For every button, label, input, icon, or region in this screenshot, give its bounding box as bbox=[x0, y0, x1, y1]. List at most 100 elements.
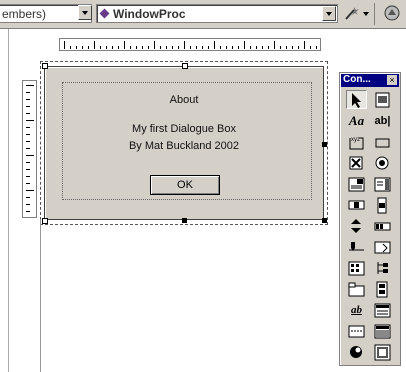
tool-tree-button[interactable] bbox=[372, 258, 393, 277]
method-icon bbox=[99, 8, 110, 19]
ruler-tick bbox=[26, 211, 30, 212]
resize-handle-top-left bbox=[42, 63, 48, 69]
resize-handle-bottom-right[interactable] bbox=[322, 218, 327, 223]
ruler-tick bbox=[70, 46, 71, 49]
progress-icon bbox=[374, 222, 391, 230]
ruler-tick bbox=[136, 46, 137, 49]
ruler-tick bbox=[304, 41, 305, 49]
tool-pointer-button[interactable] bbox=[346, 90, 367, 109]
edit-box-icon: ab| bbox=[374, 114, 391, 127]
tool-combo-box-button[interactable] bbox=[346, 174, 367, 193]
ruler-tick bbox=[26, 120, 34, 121]
ruler-tick bbox=[160, 46, 161, 49]
ruler-tick bbox=[166, 46, 167, 49]
ruler-tick bbox=[178, 46, 179, 49]
ruler-tick bbox=[130, 46, 131, 49]
wizard-actions-button[interactable] bbox=[342, 4, 370, 23]
tool-tab-button[interactable] bbox=[346, 279, 367, 298]
build-button[interactable] bbox=[382, 4, 404, 23]
ruler-tick bbox=[298, 46, 299, 49]
resize-handle-right[interactable] bbox=[322, 142, 327, 147]
ruler-tick bbox=[184, 41, 185, 49]
tool-check-box-button[interactable] bbox=[346, 153, 367, 172]
tool-static-text-button[interactable]: Aa bbox=[346, 111, 367, 130]
tool-rich-edit-button[interactable]: ab bbox=[346, 300, 367, 319]
tool-slider-button[interactable] bbox=[346, 237, 367, 256]
wand-icon bbox=[345, 7, 369, 20]
horizontal-ruler[interactable] bbox=[59, 38, 321, 51]
ruler-tick bbox=[244, 41, 245, 49]
resize-handle-bottom[interactable] bbox=[182, 218, 187, 223]
tool-progress-button[interactable] bbox=[372, 216, 393, 235]
about-label[interactable]: About bbox=[44, 94, 324, 106]
arrow-pointer-icon bbox=[352, 92, 361, 108]
date-time-icon bbox=[374, 303, 391, 317]
tool-date-time-button[interactable] bbox=[372, 300, 393, 319]
combo-box-icon bbox=[348, 177, 365, 191]
palette-tool-grid: Aa ab| xyz ab bbox=[341, 90, 399, 364]
tool-ip-address-button[interactable] bbox=[372, 321, 393, 340]
tool-list-box-button[interactable] bbox=[372, 174, 393, 193]
static-text-icon: Aa bbox=[348, 112, 365, 128]
ruler-tick bbox=[26, 183, 30, 184]
palette-title: Con... bbox=[343, 74, 371, 85]
members-dropdown-button[interactable] bbox=[76, 4, 92, 23]
ruler-tick bbox=[142, 46, 143, 49]
toolbar: embers) WindowProc bbox=[0, 0, 406, 29]
tool-list-control-button[interactable] bbox=[346, 258, 367, 277]
ruler-tick bbox=[26, 99, 30, 100]
ruler-tick bbox=[118, 46, 119, 49]
ruler-tick bbox=[202, 46, 203, 49]
ruler-tick bbox=[268, 46, 269, 49]
tool-button-button[interactable] bbox=[372, 132, 393, 151]
tool-hotkey-button[interactable] bbox=[372, 237, 393, 256]
ruler-tick bbox=[26, 190, 34, 191]
slider-icon bbox=[349, 241, 364, 251]
custom-control-icon bbox=[350, 345, 362, 358]
ruler-tick bbox=[220, 46, 221, 49]
ruler-tick bbox=[26, 127, 30, 128]
tool-v-scroll-button[interactable] bbox=[372, 195, 393, 214]
palette-title-bar[interactable]: Con... × bbox=[341, 74, 399, 87]
tool-extended-combo-button[interactable] bbox=[372, 342, 393, 361]
ruler-tick bbox=[26, 148, 30, 149]
ruler-tick bbox=[26, 197, 30, 198]
ruler-tick bbox=[250, 46, 251, 49]
vertical-ruler[interactable] bbox=[22, 80, 37, 218]
ruler-tick bbox=[208, 46, 209, 49]
description-line-1[interactable]: My first Dialogue Box bbox=[44, 123, 324, 135]
ruler-tick bbox=[196, 46, 197, 49]
tool-animate-button[interactable] bbox=[372, 279, 393, 298]
close-icon[interactable]: × bbox=[387, 75, 397, 85]
line2-wrap: By Mat Buckland 2002 bbox=[44, 140, 324, 154]
tool-edit-box-button[interactable]: ab| bbox=[372, 111, 393, 130]
ruler-tick bbox=[232, 46, 233, 49]
tool-h-scroll-button[interactable] bbox=[346, 195, 367, 214]
animate-icon bbox=[376, 281, 388, 297]
toolbar-separator bbox=[374, 3, 375, 25]
ruler-tick bbox=[26, 176, 30, 177]
procedure-combo-value: WindowProc bbox=[113, 7, 186, 21]
ruler-tick bbox=[292, 46, 293, 49]
svg-text:xyz: xyz bbox=[351, 137, 360, 143]
ruler-tick bbox=[26, 92, 30, 93]
resize-handle-bottom-left bbox=[42, 218, 48, 224]
spin-icon bbox=[351, 218, 361, 233]
ruler-tick bbox=[94, 41, 95, 49]
description-line-2[interactable]: By Mat Buckland 2002 bbox=[44, 140, 324, 152]
build-icon bbox=[384, 5, 400, 21]
tool-picture-button[interactable] bbox=[372, 90, 393, 109]
tool-custom-button[interactable] bbox=[346, 342, 367, 361]
tool-month-cal-button[interactable] bbox=[346, 321, 367, 340]
procedure-combo[interactable]: WindowProc bbox=[96, 4, 338, 23]
ruler-tick bbox=[26, 85, 34, 86]
tool-radio-button-button[interactable] bbox=[372, 153, 393, 172]
ruler-tick bbox=[26, 162, 30, 163]
tool-spin-button[interactable] bbox=[346, 216, 367, 235]
ruler-tick bbox=[112, 46, 113, 49]
ok-button[interactable]: OK bbox=[150, 175, 220, 195]
ruler-tick bbox=[26, 113, 30, 114]
ruler-tick bbox=[226, 46, 227, 49]
ruler-tick bbox=[64, 41, 65, 49]
tool-group-box-button[interactable]: xyz bbox=[346, 132, 367, 151]
